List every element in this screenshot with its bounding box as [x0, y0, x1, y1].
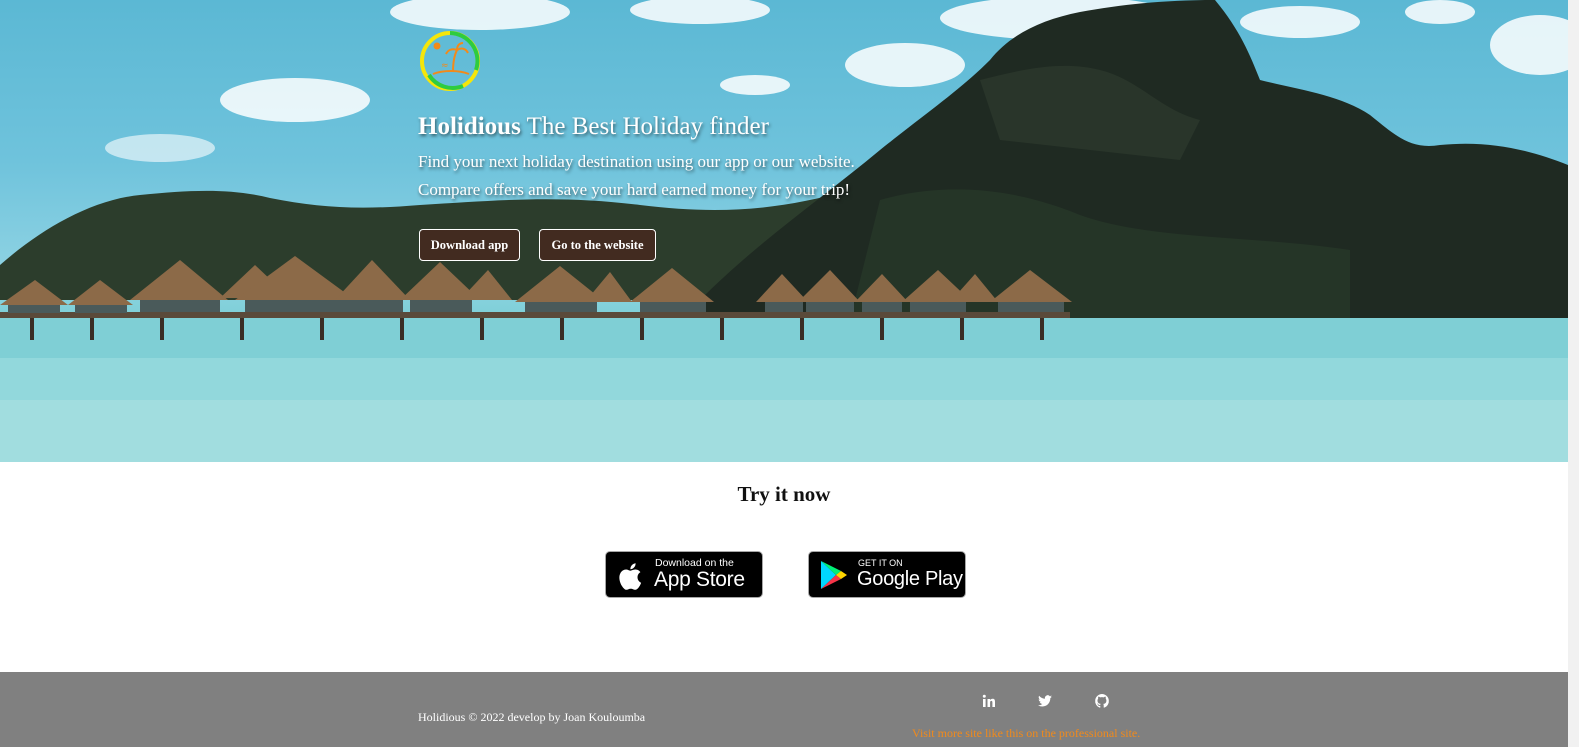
- apple-icon: [619, 563, 642, 590]
- app-store-badge[interactable]: Download on the App Store: [605, 551, 763, 598]
- google-play-big-text: Google Play: [857, 568, 963, 590]
- google-play-icon: [821, 561, 847, 589]
- page-scrollbar[interactable]: [1568, 0, 1579, 747]
- footer: Holidious © 2022 develop by Joan Kouloum…: [0, 672, 1568, 747]
- hero-headline: Holidious The Best Holiday finder: [418, 113, 769, 141]
- google-play-small-text: GET IT ON: [858, 558, 903, 568]
- holidious-logo: ≈: [420, 31, 480, 91]
- app-store-big-text: App Store: [654, 568, 745, 591]
- footer-copyright: Holidious © 2022 develop by Joan Kouloum…: [418, 710, 646, 724]
- professional-site-link[interactable]: Visit more site like this on the profess…: [912, 726, 1140, 741]
- hero-description-line1: Find your next holiday destination using…: [418, 152, 855, 171]
- github-icon[interactable]: [1094, 693, 1110, 709]
- try-it-now-heading: Try it now: [737, 482, 831, 506]
- google-play-badge[interactable]: GET IT ON Google Play: [808, 551, 966, 598]
- brand-name: Holidious: [418, 113, 521, 140]
- download-app-button[interactable]: Download app: [419, 229, 520, 261]
- hero-tagline: The Best Holiday finder: [520, 113, 769, 140]
- go-to-website-button[interactable]: Go to the website: [539, 229, 656, 261]
- svg-text:≈: ≈: [441, 61, 449, 71]
- hero-background-image: [0, 0, 1568, 462]
- hero-banner: ≈ Holidious The Best Holiday finder Find…: [0, 0, 1568, 462]
- hero-description-line2: Compare offers and save your hard earned…: [418, 180, 851, 199]
- linkedin-icon[interactable]: [981, 693, 997, 709]
- twitter-icon[interactable]: [1037, 693, 1053, 709]
